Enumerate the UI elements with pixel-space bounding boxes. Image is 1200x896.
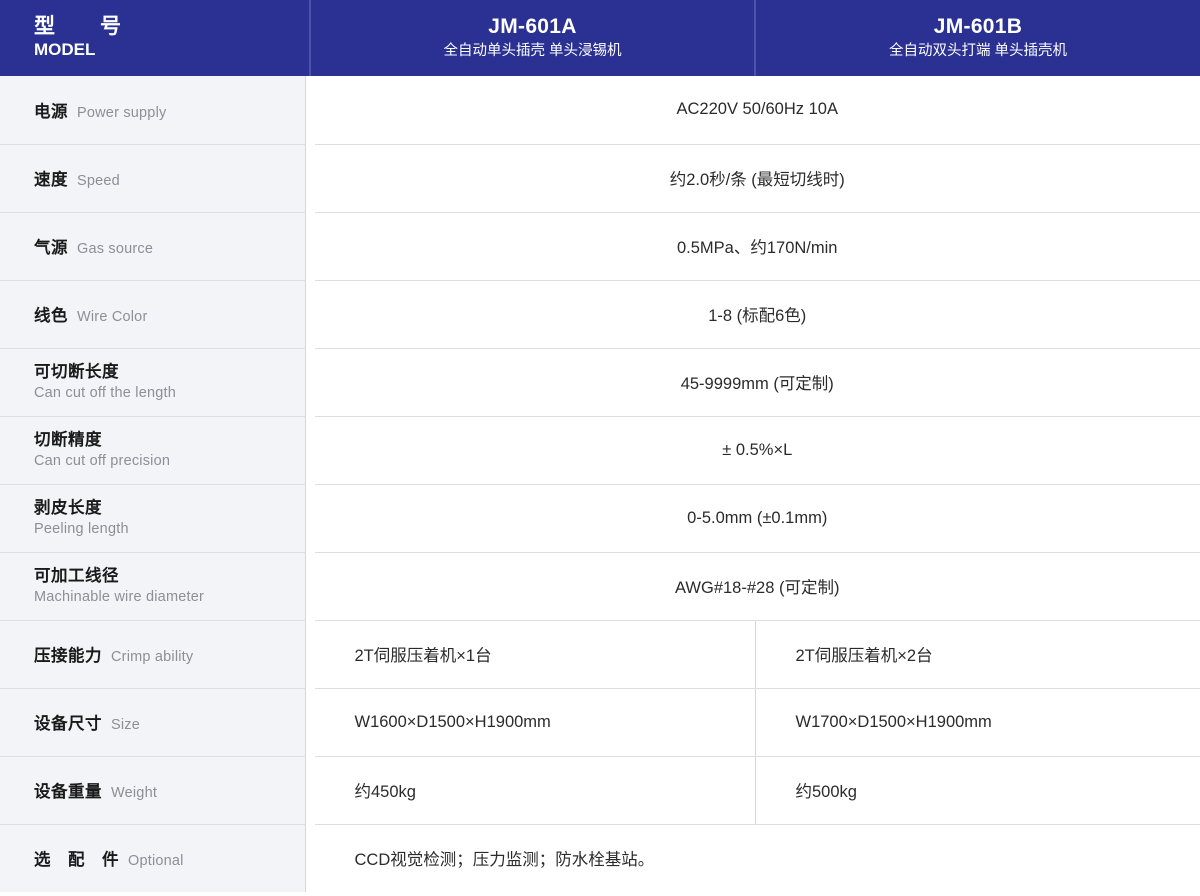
- row-value-jm601b: 约500kg: [754, 756, 1200, 825]
- row-value-jm601b: 2T伺服压着机×2台: [754, 620, 1200, 689]
- row-label-cn: 速度: [34, 171, 68, 189]
- table-header: 型 号 MODEL JM-601A 全自动单头插壳 单头浸锡机 JM-601B …: [0, 0, 1200, 76]
- row-label-cell: 电源 Power supply: [0, 76, 315, 145]
- header-column-jm601a: JM-601A 全自动单头插壳 单头浸锡机: [309, 0, 755, 76]
- header-model-cell: 型 号 MODEL: [0, 0, 310, 76]
- row-label-en: Wire Color: [77, 309, 148, 325]
- table-row: 设备重量 Weight 约450kg 约500kg: [0, 756, 1200, 825]
- table-body: 电源 Power supply AC220V 50/60Hz 10A 速度 Speed 约…: [0, 76, 1200, 892]
- row-label-en: Gas source: [77, 241, 154, 257]
- table-row: 设备尺寸 Size W1600×D1500×H1900mm W1700×D1500×H…: [0, 688, 1200, 757]
- row-label-en: Weight: [111, 785, 158, 801]
- row-value-merged: CCD视觉检测；压力监测；防水栓基站。: [310, 824, 1200, 892]
- table-row: 电源 Power supply AC220V 50/60Hz 10A: [0, 76, 1200, 145]
- row-value-merged: 0-5.0mm (±0.1mm): [310, 484, 1200, 553]
- specification-table: 型 号 MODEL JM-601A 全自动单头插壳 单头浸锡机 JM-601B …: [0, 0, 1200, 892]
- table-row: 剥皮长度 Peeling length 0-5.0mm (±0.1mm): [0, 484, 1200, 553]
- row-label-cn: 剥皮长度: [34, 498, 102, 517]
- header-column-jm601b: JM-601B 全自动双头打端 单头插壳机: [754, 0, 1200, 76]
- row-label-cell: 气源 Gas source: [0, 212, 315, 281]
- row-value-jm601a: W1600×D1500×H1900mm: [310, 688, 755, 757]
- table-row: 可加工线径 Machinable wire diameter AWG#18-#28 …: [0, 552, 1200, 621]
- row-label-cn: 可加工线径: [34, 566, 119, 585]
- row-label-cell: 设备尺寸 Size: [0, 688, 315, 757]
- row-label-cell: 可切断长度 Can cut off the length: [0, 348, 315, 417]
- row-label-cn: 可切断长度: [34, 362, 119, 381]
- row-label-en: Can cut off precision: [34, 452, 171, 469]
- row-label-en: Machinable wire diameter: [34, 588, 205, 605]
- row-label-cn: 压接能力: [34, 647, 102, 665]
- table-row: 可切断长度 Can cut off the length 45-9999mm (可定…: [0, 348, 1200, 417]
- row-value-merged: 0.5MPa、约170N/min: [310, 212, 1200, 281]
- row-label-cn: 线色: [34, 307, 68, 325]
- row-label-cn: 设备重量: [34, 783, 102, 801]
- row-label-cell: 速度 Speed: [0, 144, 315, 213]
- header-model-label-en: MODEL: [34, 40, 96, 60]
- table-row: 选 配 件 Optional CCD视觉检测；压力监测；防水栓基站。: [0, 824, 1200, 892]
- row-value-merged: 45-9999mm (可定制): [310, 348, 1200, 417]
- row-label-cell: 剥皮长度 Peeling length: [0, 484, 315, 553]
- row-label-cell: 线色 Wire Color: [0, 280, 315, 349]
- table-row: 气源 Gas source 0.5MPa、约170N/min: [0, 212, 1200, 281]
- row-label-en: Power supply: [77, 104, 167, 121]
- row-label-cell: 可加工线径 Machinable wire diameter: [0, 552, 315, 621]
- row-value-merged: AC220V 50/60Hz 10A: [310, 76, 1200, 145]
- table-row: 速度 Speed 约2.0秒/条 (最短切线时): [0, 144, 1200, 213]
- row-label-cn: 设备尺寸: [34, 715, 102, 733]
- row-value-jm601b: W1700×D1500×H1900mm: [754, 688, 1200, 757]
- header-model-label-cn: 型 号: [34, 15, 122, 39]
- row-label-en: Peeling length: [34, 520, 129, 537]
- row-label-cn: 电源: [34, 102, 68, 121]
- header-model-name-b: JM-601B: [933, 15, 1023, 39]
- row-label-en: Optional: [128, 853, 184, 870]
- row-label-cn: 气源: [34, 239, 68, 257]
- row-label-en: Can cut off the length: [34, 384, 176, 401]
- row-value-merged: 1-8 (标配6色): [310, 280, 1200, 349]
- row-label-cell: 设备重量 Weight: [0, 756, 315, 825]
- row-value-merged: 约2.0秒/条 (最短切线时): [310, 144, 1200, 213]
- row-label-en: Speed: [77, 173, 120, 189]
- row-label-cell: 切断精度 Can cut off precision: [0, 416, 315, 485]
- row-value-jm601a: 约450kg: [310, 756, 755, 825]
- table-row: 压接能力 Crimp ability 2T伺服压着机×1台 2T伺服压着机×2台: [0, 620, 1200, 689]
- header-model-subtitle-a: 全自动单头插壳 单头浸锡机: [443, 43, 622, 60]
- row-label-cn: 选 配 件: [34, 851, 119, 870]
- row-label-cn: 切断精度: [34, 430, 102, 449]
- header-row: 型 号 MODEL JM-601A 全自动单头插壳 单头浸锡机 JM-601B …: [0, 0, 1200, 76]
- row-label-en: Size: [111, 717, 141, 733]
- row-value-merged: AWG#18-#28 (可定制): [310, 552, 1200, 621]
- row-value-merged: ± 0.5%×L: [310, 416, 1200, 485]
- table-row: 切断精度 Can cut off precision ± 0.5%×L: [0, 416, 1200, 485]
- header-model-name-a: JM-601A: [488, 15, 577, 39]
- row-label-en: Crimp ability: [111, 649, 194, 665]
- row-label-cell: 压接能力 Crimp ability: [0, 620, 315, 689]
- row-label-cell: 选 配 件 Optional: [0, 824, 315, 892]
- row-value-jm601a: 2T伺服压着机×1台: [310, 620, 755, 689]
- table-row: 线色 Wire Color 1-8 (标配6色): [0, 280, 1200, 349]
- header-model-subtitle-b: 全自动双头打端 单头插壳机: [888, 43, 1068, 60]
